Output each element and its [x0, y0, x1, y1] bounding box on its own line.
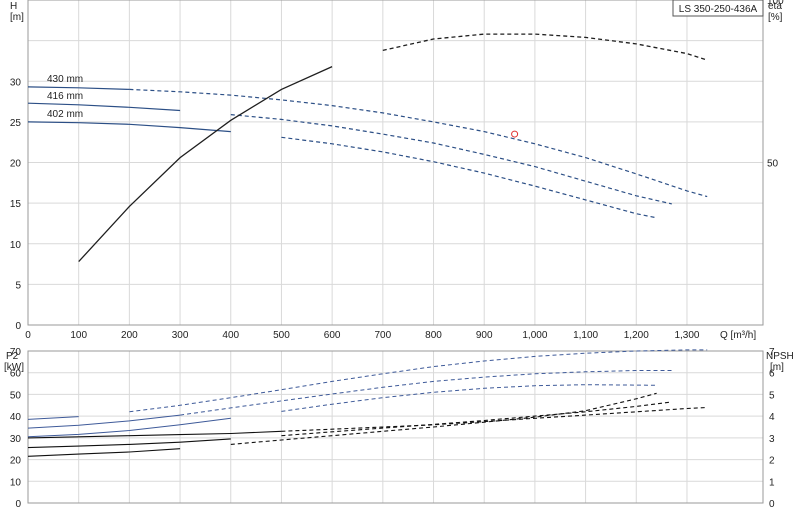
- h-tick-label: 25: [10, 118, 22, 129]
- efficiency-curve-solid: [78, 66, 333, 263]
- x-tick-label: 700: [374, 330, 391, 341]
- power-curve-430mm-solid: [27, 416, 79, 420]
- x-tick-label: 100: [70, 330, 87, 341]
- head-curve-430mm-dashed: [129, 88, 708, 198]
- p2-tick-label: 20: [10, 456, 22, 467]
- x-tick-label: 800: [425, 330, 442, 341]
- pump-curve-chart: 0 100 200 300 400 500 600 700 800 900 1,000 1,100 1,…: [4, 0, 794, 510]
- npsh-axis-symbol: NPSH: [766, 351, 794, 362]
- head-curve-416mm-dashed: [230, 114, 672, 205]
- series-label-402mm: 402 mm: [47, 109, 83, 120]
- x-tick-label: 1,100: [573, 330, 598, 341]
- eta-axis-symbol: eta: [768, 1, 782, 12]
- h-tick-label: 10: [10, 240, 22, 251]
- x-tick-label: 1,300: [674, 330, 699, 341]
- top-axis-ticks: 0 100 200 300 400 500 600 700 800 900 1,000 1,100 1,…: [10, 0, 784, 341]
- top-series-layer: [27, 33, 708, 263]
- h-tick-label: 30: [10, 77, 22, 88]
- bottom-axis-ticks: 01020304050607001234567: [10, 347, 775, 510]
- bottom-panel: 01020304050607001234567 P2 [kW] NPSH [m]: [4, 347, 794, 510]
- series-label-430mm: 430 mm: [47, 74, 83, 85]
- x-tick-label: 400: [222, 330, 239, 341]
- x-tick-label: 600: [324, 330, 341, 341]
- h-tick-label: 15: [10, 199, 22, 210]
- chart-title: LS 350-250-436A: [679, 4, 758, 15]
- p2-tick-label: 10: [10, 477, 22, 488]
- h-tick-label: 5: [15, 280, 21, 291]
- top-grid: [27, 0, 763, 325]
- npsh-curve-402mm-solid: [27, 448, 181, 457]
- bottom-series-layer: [27, 349, 708, 457]
- efficiency-curve-dashed: [382, 33, 708, 61]
- x-tick-label: 900: [476, 330, 493, 341]
- x-tick-label: 300: [172, 330, 189, 341]
- h-axis-unit: [m]: [10, 12, 24, 23]
- eta-tick-label: 50: [767, 159, 779, 170]
- top-panel: 0 100 200 300 400 500 600 700 800 900 1,000 1,100 1,…: [10, 0, 784, 341]
- x-tick-label: 1,000: [522, 330, 547, 341]
- p2-axis-symbol: P2: [6, 351, 19, 362]
- p2-axis-unit: [kW]: [4, 362, 24, 373]
- p2-tick-label: 0: [15, 499, 21, 510]
- duty-point-marker: [511, 130, 519, 138]
- h-tick-label: 20: [10, 159, 22, 170]
- power-curve-416mm-dashed: [180, 370, 672, 416]
- npsh-tick-label: 3: [769, 434, 775, 445]
- title-box: LS 350-250-436A: [672, 0, 764, 17]
- x-tick-label: 200: [121, 330, 138, 341]
- npsh-tick-label: 4: [769, 412, 775, 423]
- x-tick-label: 0: [25, 330, 31, 341]
- npsh-curve-416mm-dashed: [281, 401, 672, 437]
- p2-tick-label: 40: [10, 412, 22, 423]
- h-tick-label: 0: [15, 321, 21, 332]
- npsh-tick-label: 0: [769, 499, 775, 510]
- eta-axis-unit: [%]: [768, 12, 783, 23]
- npsh-tick-label: 2: [769, 456, 775, 467]
- p2-tick-label: 50: [10, 390, 22, 401]
- power-curve-416mm-solid: [27, 414, 181, 429]
- x-tick-label: 1,200: [624, 330, 649, 341]
- series-label-416mm: 416 mm: [47, 91, 83, 102]
- head-curve-402mm-dashed: [281, 136, 657, 219]
- q-axis-label: Q [m³/h]: [720, 330, 756, 341]
- npsh-tick-label: 1: [769, 477, 775, 488]
- npsh-tick-label: 5: [769, 390, 775, 401]
- npsh-axis-unit: [m]: [770, 362, 784, 373]
- h-axis-symbol: H: [10, 1, 17, 12]
- p2-tick-label: 30: [10, 434, 22, 445]
- x-tick-label: 500: [273, 330, 290, 341]
- npsh-curve-402mm-dashed: [230, 392, 657, 445]
